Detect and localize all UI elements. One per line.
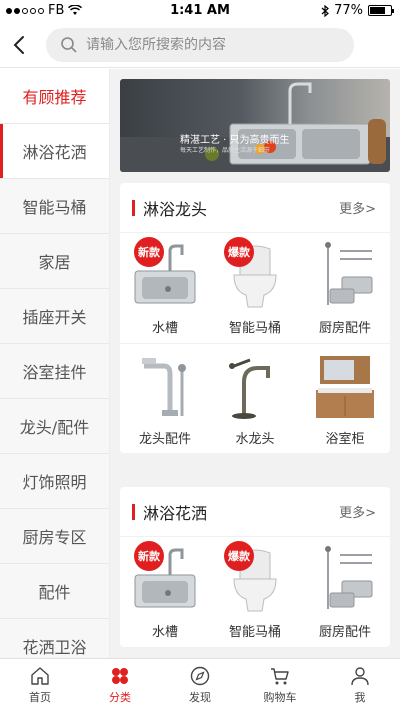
sink-banner-image — [120, 82, 390, 172]
sidebar-item-label: 灯饰照明 — [22, 473, 87, 492]
category-sidebar: 有顾推荐 淋浴花洒 智能马桶 家居 插座开关 浴室挂件 龙头/配件 灯饰照明 厨… — [0, 69, 110, 658]
sidebar-item-faucet-parts[interactable]: 龙头/配件 — [0, 399, 109, 454]
product-label: 厨房配件 — [318, 625, 371, 640]
sidebar-item-shower[interactable]: 淋浴花洒 — [0, 124, 109, 179]
product-faucet[interactable]: 水龙头 — [210, 343, 300, 453]
tab-discover[interactable]: 发现 — [160, 659, 240, 710]
sidebar-item-label: 智能马桶 — [22, 198, 87, 217]
sidebar-item-label: 浴室挂件 — [22, 363, 87, 382]
section-title-text: 淋浴龙头 — [143, 199, 208, 219]
tab-home[interactable]: 首页 — [0, 659, 80, 710]
user-icon — [351, 666, 369, 685]
bottom-tab-bar: 首页 分类 发现 购物车 我 — [0, 658, 400, 710]
tab-label: 我 — [354, 690, 366, 704]
tab-label: 首页 — [29, 690, 51, 704]
section-shower-head: 淋浴花洒 更多> 新款 水槽 爆款 智能马桶 厨房配件 — [120, 487, 390, 647]
sidebar-item-label: 花洒卫浴 — [22, 638, 87, 657]
tab-category[interactable]: 分类 — [80, 659, 160, 710]
tab-label: 发现 — [189, 690, 211, 704]
cart-icon — [271, 667, 289, 684]
category-icon — [112, 667, 128, 684]
product-kitchen-accessories[interactable]: 厨房配件 — [300, 537, 390, 647]
product-label: 智能马桶 — [228, 625, 281, 640]
sidebar-item-lighting[interactable]: 灯饰照明 — [0, 454, 109, 509]
search-box[interactable] — [46, 28, 354, 62]
sidebar-item-label: 有顾推荐 — [22, 88, 87, 107]
chevron-left-icon — [13, 36, 24, 54]
tab-cart[interactable]: 购物车 — [240, 659, 320, 710]
tab-me[interactable]: 我 — [320, 659, 400, 710]
sidebar-item-recommend[interactable]: 有顾推荐 — [0, 69, 109, 124]
rack-icon — [325, 242, 373, 305]
back-button[interactable] — [6, 28, 36, 62]
product-kitchen-accessories[interactable]: 厨房配件 — [300, 233, 390, 343]
tab-label: 分类 — [109, 690, 131, 704]
product-label: 智能马桶 — [228, 321, 281, 336]
product-label: 龙头配件 — [138, 432, 191, 447]
product-label: 水槽 — [151, 321, 178, 336]
banner-subline: 每天工艺制作，品质生活源于细节 — [180, 147, 271, 154]
product-grid: 新款 水槽 爆款 智能马桶 厨房配件 — [120, 537, 390, 647]
product-grid: 新款 水槽 爆款 智能马桶 厨房配件 — [120, 233, 390, 343]
rack-icon — [325, 546, 373, 609]
product-sink[interactable]: 新款 水槽 — [120, 537, 210, 647]
sidebar-item-sockets[interactable]: 插座开关 — [0, 289, 109, 344]
section-title-text: 淋浴花洒 — [143, 503, 208, 523]
product-label: 水槽 — [151, 625, 178, 640]
product-smart-toilet[interactable]: 爆款 智能马桶 — [210, 233, 300, 343]
home-icon — [31, 666, 49, 685]
sidebar-item-label: 配件 — [38, 583, 71, 602]
sidebar-item-label: 淋浴花洒 — [22, 143, 87, 162]
sidebar-item-accessories[interactable]: 配件 — [0, 564, 109, 619]
title-accent-bar — [132, 503, 135, 520]
search-icon — [61, 37, 77, 53]
battery-percent: 77% — [334, 3, 363, 18]
product-grid-row: 龙头配件 水龙头 浴室柜 — [120, 343, 390, 453]
sidebar-item-label: 龙头/配件 — [19, 418, 90, 437]
new-badge: 新款 — [134, 541, 164, 571]
sidebar-item-label: 家居 — [38, 253, 71, 272]
cabinet-icon — [316, 356, 374, 418]
faucet-parts-icon — [142, 358, 186, 416]
tab-label: 购物车 — [263, 690, 297, 704]
compass-icon — [190, 666, 210, 685]
product-sink[interactable]: 新款 水槽 — [120, 233, 210, 343]
section-title: 淋浴花洒 — [132, 500, 207, 524]
section-title: 淋浴龙头 — [132, 196, 207, 220]
section-header: 淋浴花洒 更多> — [120, 487, 390, 537]
section-header: 淋浴龙头 更多> — [120, 183, 390, 233]
new-badge: 新款 — [134, 237, 164, 267]
banner-headline: 精湛工艺 · 只为高贵而生 — [180, 135, 290, 146]
sidebar-item-home[interactable]: 家居 — [0, 234, 109, 289]
top-bar — [0, 22, 400, 68]
status-right: 77% — [321, 3, 394, 18]
search-input[interactable] — [86, 37, 346, 53]
sidebar-item-kitchen[interactable]: 厨房专区 — [0, 509, 109, 564]
hot-badge: 爆款 — [224, 237, 254, 267]
product-label: 浴室柜 — [325, 432, 365, 447]
more-link[interactable]: 更多> — [339, 502, 376, 521]
product-label: 厨房配件 — [318, 321, 371, 336]
sidebar-item-label: 厨房专区 — [22, 528, 87, 547]
hot-badge: 爆款 — [224, 541, 254, 571]
title-accent-bar — [132, 199, 135, 216]
promo-banner[interactable]: 精湛工艺 · 只为高贵而生 每天工艺制作，品质生活源于细节 — [120, 79, 390, 172]
category-content: 精湛工艺 · 只为高贵而生 每天工艺制作，品质生活源于细节 淋浴龙头 更多> 新… — [110, 69, 400, 658]
section-shower-faucet: 淋浴龙头 更多> 新款 水槽 爆款 智能马桶 厨房配件 龙头配件 水龙头 浴室柜 — [120, 183, 390, 453]
status-bar: FB 1:41 AM 77% — [0, 0, 400, 22]
battery-icon — [368, 5, 394, 16]
faucet-icon — [229, 358, 270, 419]
product-label: 水龙头 — [235, 432, 275, 447]
sidebar-item-label: 插座开关 — [22, 308, 87, 327]
sidebar-item-bath-hardware[interactable]: 浴室挂件 — [0, 344, 109, 399]
product-smart-toilet[interactable]: 爆款 智能马桶 — [210, 537, 300, 647]
sidebar-item-smart-toilet[interactable]: 智能马桶 — [0, 179, 109, 234]
sidebar-item-shower-bath[interactable]: 花洒卫浴 — [0, 619, 109, 658]
product-faucet-parts[interactable]: 龙头配件 — [120, 343, 210, 453]
product-bathroom-cabinet[interactable]: 浴室柜 — [300, 343, 390, 453]
more-link[interactable]: 更多> — [339, 198, 376, 217]
bluetooth-icon — [321, 4, 330, 17]
